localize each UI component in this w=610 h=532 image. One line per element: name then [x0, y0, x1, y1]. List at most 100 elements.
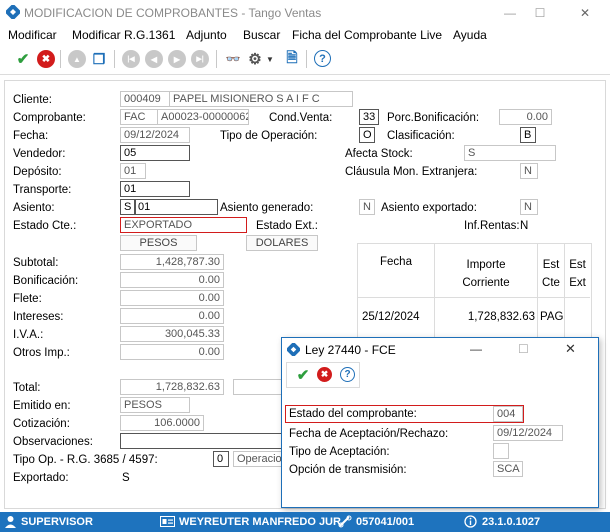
ok-icon[interactable]: ✔: [14, 50, 32, 68]
tipo-op-rg-text-field[interactable]: Operacio: [233, 451, 283, 467]
cliente-label: Cliente:: [13, 94, 52, 106]
otros-imp-field[interactable]: 0.00: [120, 344, 224, 360]
tipo-op-rg-code-field[interactable]: 0: [213, 451, 229, 467]
comprobante-label: Comprobante:: [13, 112, 86, 124]
subtotal-label: Subtotal:: [13, 257, 59, 269]
fecha-aceptacion-label: Fecha de Aceptación/Rechazo:: [289, 428, 449, 440]
prev-icon[interactable]: ◀: [145, 50, 163, 68]
flete-field[interactable]: 0.00: [120, 290, 224, 306]
menu-ficha-comprobante-live[interactable]: Ficha del Comprobante Live: [292, 28, 442, 42]
cancel-icon[interactable]: ✖: [37, 50, 55, 68]
fecha-label: Fecha:: [13, 130, 49, 142]
clasificacion-field[interactable]: B: [520, 127, 536, 143]
observaciones-field[interactable]: [120, 433, 283, 449]
estado-cte-field[interactable]: EXPORTADO: [120, 217, 247, 233]
estado-comprobante-field[interactable]: 004: [493, 406, 523, 422]
comprobante-type-field[interactable]: FAC: [120, 109, 158, 125]
toolbar-separator: [60, 50, 61, 68]
chevron-down-icon[interactable]: ▼: [264, 50, 276, 68]
next-icon[interactable]: ▶: [168, 50, 186, 68]
asiento-exportado-field[interactable]: N: [520, 199, 538, 215]
app-icon: [6, 5, 20, 19]
tipo-aceptacion-field[interactable]: [493, 443, 509, 459]
menu-modificar[interactable]: Modificar: [8, 28, 57, 42]
cond-venta-label: Cond.Venta:: [269, 112, 333, 124]
grid-cell-est-cte[interactable]: PAG: [540, 311, 563, 323]
clausula-field[interactable]: N: [520, 163, 538, 179]
dialog-help-icon[interactable]: ?: [340, 367, 355, 382]
grid-header-est-ext: Est Ext: [569, 259, 586, 289]
opcion-transmision-field[interactable]: SCA: [493, 461, 523, 477]
maximize-button[interactable]: ☐: [525, 3, 555, 23]
cliente-name-field[interactable]: PAPEL MISIONERO S A I F C: [169, 91, 353, 107]
cliente-code-field[interactable]: 000409: [120, 91, 170, 107]
last-icon[interactable]: ▶|: [191, 50, 209, 68]
subtotal-field[interactable]: 1,428,787.30: [120, 254, 224, 270]
exportado-value: S: [122, 472, 130, 484]
comprobante-number-field[interactable]: A00023-00000062: [157, 109, 249, 125]
dialog-cancel-icon[interactable]: ✖: [317, 367, 332, 382]
total-field[interactable]: 1,728,832.63: [120, 379, 224, 395]
grid-header-fecha: Fecha: [380, 256, 412, 268]
dialog-ok-icon[interactable]: ✔: [294, 366, 312, 384]
exportado-label: Exportado:: [13, 472, 69, 484]
intereses-field[interactable]: 0.00: [120, 308, 224, 324]
first-icon[interactable]: |◀: [122, 50, 140, 68]
user-icon: [5, 516, 16, 528]
grid-cell-importe[interactable]: 1,728,832.63: [437, 311, 535, 323]
vendedor-label: Vendedor:: [13, 148, 66, 160]
binoculars-icon[interactable]: 👓: [224, 50, 242, 68]
bonificacion-field[interactable]: 0.00: [120, 272, 224, 288]
estado-ext-label: Estado Ext.:: [256, 220, 319, 232]
emitido-field[interactable]: PESOS: [120, 397, 190, 413]
minimize-button[interactable]: —: [495, 3, 525, 23]
grid-cell-fecha[interactable]: 25/12/2024: [362, 311, 420, 323]
tipo-operacion-label: Tipo de Operación:: [220, 130, 318, 142]
afecta-stock-field[interactable]: S: [464, 145, 556, 161]
menu-modificar-rg1361[interactable]: Modificar R.G.1361: [72, 28, 175, 42]
cotizacion-field[interactable]: 106.0000: [120, 415, 204, 431]
transporte-label: Transporte:: [13, 184, 72, 196]
cond-venta-field[interactable]: 33: [359, 109, 379, 125]
fecha-field[interactable]: 09/12/2024: [120, 127, 190, 143]
gear-icon[interactable]: ⚙: [246, 50, 264, 68]
inf-rentas-label: Inf.Rentas:: [464, 220, 520, 232]
asiento-code-field[interactable]: 01: [134, 199, 218, 215]
link-icon: [338, 515, 352, 528]
asiento-generado-field[interactable]: N: [359, 199, 375, 215]
fecha-aceptacion-field[interactable]: 09/12/2024: [493, 425, 563, 441]
up-icon[interactable]: ▲: [68, 50, 86, 68]
menu-adjunto[interactable]: Adjunto: [186, 28, 227, 42]
info-icon: [464, 515, 477, 528]
status-user: SUPERVISOR: [21, 516, 93, 528]
copy-icon[interactable]: ❐: [90, 50, 108, 68]
deposito-label: Depósito:: [13, 166, 62, 178]
menu-ayuda[interactable]: Ayuda: [453, 28, 487, 42]
flete-label: Flete:: [13, 293, 42, 305]
toolbar-separator: [114, 50, 115, 68]
transporte-field[interactable]: 01: [120, 181, 190, 197]
dolares-button[interactable]: DOLARES: [246, 235, 318, 251]
total-extra-field[interactable]: [233, 379, 283, 395]
vendedor-field[interactable]: 05: [120, 145, 190, 161]
emitido-label: Emitido en:: [13, 400, 71, 412]
menu-buscar[interactable]: Buscar: [243, 28, 280, 42]
dialog-minimize-button[interactable]: —: [470, 342, 482, 356]
estado-cte-label: Estado Cte.:: [13, 220, 77, 232]
close-button[interactable]: ✕: [570, 3, 600, 23]
iva-field[interactable]: 300,045.33: [120, 326, 224, 342]
otros-imp-label: Otros Imp.:: [13, 347, 70, 359]
deposito-field[interactable]: 01: [120, 163, 146, 179]
opcion-transmision-label: Opción de transmisión:: [289, 464, 407, 476]
document-search-icon[interactable]: 🗎: [283, 49, 301, 68]
tipo-aceptacion-label: Tipo de Aceptación:: [289, 446, 390, 458]
pesos-button[interactable]: PESOS: [120, 235, 197, 251]
dialog-close-button[interactable]: ✕: [565, 341, 576, 357]
dialog-title: Ley 27440 - FCE: [305, 343, 396, 357]
tipo-operacion-field[interactable]: O: [359, 127, 375, 143]
help-icon[interactable]: ?: [314, 50, 331, 67]
dialog-maximize-button[interactable]: ☐: [518, 342, 529, 356]
estado-comprobante-label: Estado del comprobante:: [289, 408, 417, 420]
porc-bonificacion-field[interactable]: 0.00: [499, 109, 552, 125]
toolbar-divider: [0, 74, 610, 75]
